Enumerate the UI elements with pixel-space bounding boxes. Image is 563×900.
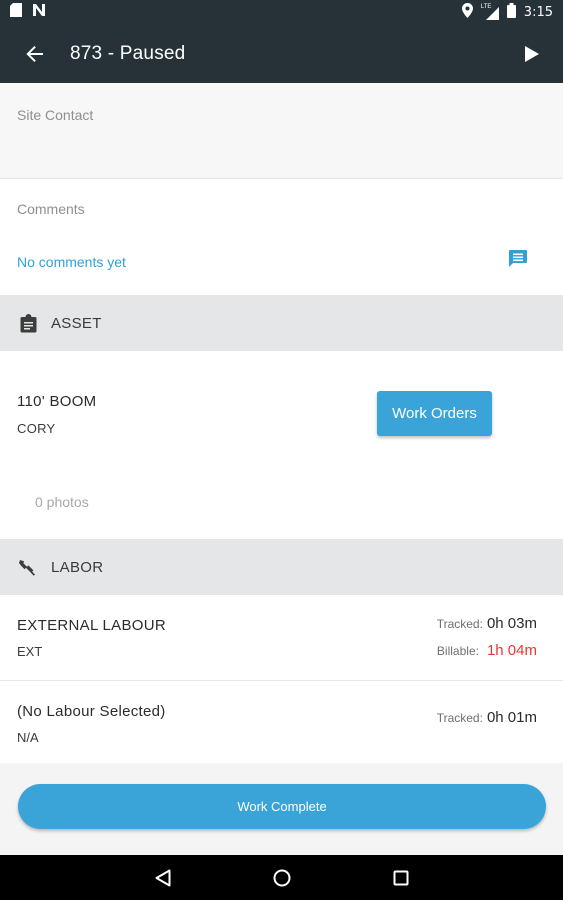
nav-recents-button[interactable] bbox=[389, 866, 413, 890]
photos-count[interactable]: 0 photos bbox=[35, 494, 89, 510]
asset-subtitle: CORY bbox=[17, 421, 56, 436]
tracked-time: 0h 01m bbox=[486, 709, 537, 726]
site-contact-section[interactable]: Site Contact bbox=[0, 83, 563, 179]
labor-tool-icon bbox=[18, 557, 38, 577]
tracked-time: 0h 03m bbox=[486, 615, 537, 632]
status-bar: LTE 3:15 bbox=[0, 0, 563, 24]
nav-back-button[interactable] bbox=[151, 866, 175, 890]
app-bar: 873 - Paused bbox=[0, 24, 563, 83]
comment-icon bbox=[509, 250, 527, 267]
asset-card[interactable]: 110' BOOM CORY Work Orders 0 photos bbox=[0, 351, 563, 539]
arrow-back-icon bbox=[26, 45, 43, 62]
labor-row[interactable]: (No Labour Selected) N/A Tracked: 0h 01m bbox=[0, 681, 563, 763]
play-button[interactable] bbox=[501, 24, 563, 83]
nav-home-icon bbox=[273, 869, 290, 886]
nav-back-icon bbox=[155, 869, 170, 886]
work-orders-button[interactable]: Work Orders bbox=[377, 391, 492, 436]
battery-icon bbox=[506, 3, 516, 21]
back-button[interactable] bbox=[0, 24, 70, 83]
labor-times: Tracked: 0h 03m Billable: 1h 04m bbox=[437, 615, 537, 669]
tracked-label: Tracked: bbox=[436, 617, 483, 631]
labor-section-header: LABOR bbox=[0, 539, 563, 595]
asset-section-header: ASSET bbox=[0, 295, 563, 351]
asset-section-title: ASSET bbox=[51, 314, 102, 332]
page-title: 873 - Paused bbox=[70, 42, 186, 64]
system-nav-bar bbox=[0, 855, 563, 900]
billable-time: 1h 04m bbox=[486, 642, 537, 659]
tracked-label: Tracked: bbox=[436, 711, 483, 725]
play-icon bbox=[525, 45, 539, 62]
main-content[interactable]: Site Contact Comments No comments yet AS… bbox=[0, 83, 563, 855]
comments-label: Comments bbox=[17, 201, 85, 217]
no-comments-text: No comments yet bbox=[17, 254, 126, 270]
labor-row[interactable]: EXTERNAL LABOUR EXT Tracked: 0h 03m Billa… bbox=[0, 595, 563, 681]
sd-card-icon bbox=[10, 2, 22, 22]
signal-icon: LTE bbox=[481, 4, 499, 20]
labor-times: Tracked: 0h 01m bbox=[437, 709, 537, 736]
labor-code: EXT bbox=[17, 644, 43, 659]
labor-name: EXTERNAL LABOUR bbox=[17, 617, 166, 634]
labor-code: N/A bbox=[17, 730, 39, 745]
nav-recents-icon bbox=[393, 870, 408, 885]
notification-n-icon bbox=[32, 3, 46, 22]
billable-label: Billable: bbox=[436, 644, 479, 658]
work-complete-button[interactable]: Work Complete bbox=[18, 784, 546, 829]
bottom-action-area: Work Complete bbox=[0, 765, 563, 855]
location-icon bbox=[461, 3, 473, 21]
labor-section-title: LABOR bbox=[51, 558, 104, 576]
add-comment-button[interactable] bbox=[508, 249, 528, 269]
asset-name: 110' BOOM bbox=[17, 393, 97, 410]
status-time: 3:15 bbox=[523, 4, 553, 20]
comments-section: Comments No comments yet bbox=[0, 179, 563, 295]
nav-home-button[interactable] bbox=[270, 866, 294, 890]
site-contact-label: Site Contact bbox=[17, 107, 94, 123]
labor-name: (No Labour Selected) bbox=[17, 703, 166, 720]
clipboard-icon bbox=[18, 313, 38, 333]
